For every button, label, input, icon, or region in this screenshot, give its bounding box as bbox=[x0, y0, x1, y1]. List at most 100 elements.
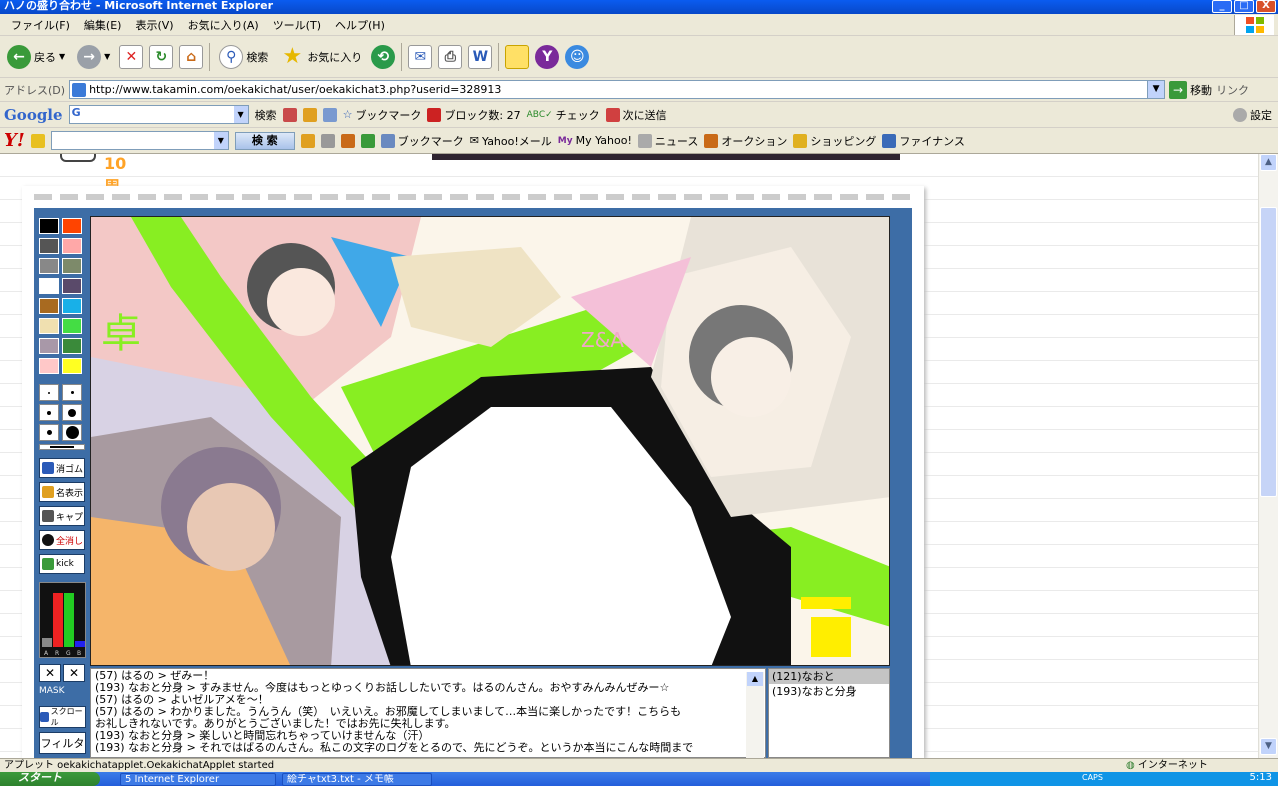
google-bookmarks[interactable]: ☆ ブックマーク bbox=[343, 107, 422, 123]
my-yahoo[interactable]: My My Yahoo! bbox=[558, 134, 632, 147]
forward-button[interactable]: → ▼ bbox=[74, 41, 113, 73]
yahoo-finance[interactable]: ファイナンス bbox=[882, 133, 965, 149]
color-swatch[interactable] bbox=[39, 258, 59, 274]
chat-log[interactable]: (57) はるの > ぜみー！ (193) なおと分身 > すみません。今度はも… bbox=[90, 668, 766, 758]
folder-icon[interactable] bbox=[300, 133, 315, 148]
brush-size-5[interactable] bbox=[39, 424, 59, 441]
chevron-down-icon[interactable]: ▼ bbox=[213, 132, 228, 149]
capture-button[interactable]: キャプ bbox=[39, 506, 85, 526]
mask-clear-icon[interactable]: ✕ bbox=[63, 664, 85, 682]
brush-size-slider[interactable] bbox=[39, 444, 85, 450]
eraser-button[interactable]: 消ゴム bbox=[39, 458, 85, 478]
yahoo-news[interactable]: ニュース bbox=[637, 133, 698, 149]
color-swatch[interactable] bbox=[39, 238, 59, 254]
protect-icon[interactable] bbox=[360, 133, 375, 148]
scroll-thumb[interactable] bbox=[1260, 207, 1277, 497]
mask-toggle-icon[interactable]: ✕ bbox=[39, 664, 61, 682]
page-scrollbar[interactable]: ▲ ▼ bbox=[1258, 154, 1278, 758]
mail-icon[interactable]: ✉ bbox=[408, 44, 433, 69]
start-button[interactable]: スタート bbox=[0, 772, 100, 786]
color-swatch[interactable] bbox=[62, 258, 82, 274]
chat-scrollbar[interactable]: ▲ bbox=[746, 672, 764, 758]
print-icon[interactable]: ⎙ bbox=[438, 44, 463, 69]
color-swatch[interactable] bbox=[39, 298, 59, 314]
note-icon[interactable] bbox=[505, 44, 530, 69]
menu-favorites[interactable]: お気に入り(A) bbox=[181, 17, 266, 33]
news-icon[interactable] bbox=[282, 107, 297, 122]
send-to[interactable]: 次に送信 bbox=[605, 107, 667, 123]
color-swatch[interactable] bbox=[39, 218, 59, 234]
kick-button[interactable]: kick bbox=[39, 554, 85, 574]
links-label[interactable]: リンク bbox=[1216, 82, 1249, 98]
yahoo-auction[interactable]: オークション bbox=[704, 133, 787, 149]
google-settings[interactable]: 設定 bbox=[1233, 107, 1272, 123]
taskbar-item-notepad[interactable]: 絵チャtxt3.txt - メモ帳 bbox=[282, 773, 432, 786]
yahoo-logo[interactable]: Y! bbox=[4, 130, 25, 151]
chevron-down-icon[interactable]: ▼ bbox=[233, 106, 248, 123]
yahoo-bookmarks[interactable]: ブックマーク bbox=[380, 133, 464, 149]
color-swatch[interactable] bbox=[39, 318, 59, 334]
brush-size-2[interactable] bbox=[62, 384, 82, 401]
color-swatch[interactable] bbox=[62, 278, 82, 294]
messenger-icon[interactable]: Y bbox=[535, 44, 560, 69]
brush-size-4[interactable] bbox=[62, 404, 82, 421]
google-search-button[interactable]: 検索 bbox=[255, 107, 277, 123]
filter-button[interactable]: フィルタ bbox=[39, 732, 86, 754]
maximize-button[interactable]: □ bbox=[1234, 0, 1254, 13]
search-button[interactable]: ⚲ 検索 bbox=[216, 41, 271, 73]
yahoo-search-button[interactable]: 検 索 bbox=[234, 131, 295, 150]
favorites-button[interactable]: ★ お気に入り bbox=[277, 41, 365, 73]
user-list-item[interactable]: (121)なおと bbox=[769, 669, 889, 684]
color-swatch[interactable] bbox=[62, 298, 82, 314]
history-icon[interactable]: ⟲ bbox=[371, 44, 396, 69]
menu-file[interactable]: ファイル(F) bbox=[4, 17, 77, 33]
scroll-up-icon[interactable]: ▲ bbox=[1260, 154, 1277, 171]
menu-view[interactable]: 表示(V) bbox=[128, 17, 180, 33]
menu-tools[interactable]: ツール(T) bbox=[266, 17, 328, 33]
refresh-icon[interactable]: ↻ bbox=[149, 44, 174, 69]
color-swatch[interactable] bbox=[39, 278, 59, 294]
home-icon[interactable]: ⌂ bbox=[179, 44, 204, 69]
color-swatch[interactable] bbox=[62, 218, 82, 234]
user-list-item[interactable]: (193)なおと分身 bbox=[769, 684, 889, 699]
autolink-icon[interactable] bbox=[322, 107, 337, 122]
close-button[interactable]: X bbox=[1256, 0, 1276, 13]
color-swatch[interactable] bbox=[62, 338, 82, 354]
yahoo-shopping[interactable]: ショッピング bbox=[793, 133, 876, 149]
pencil-icon[interactable] bbox=[30, 133, 45, 148]
pagerank-icon[interactable] bbox=[302, 107, 317, 122]
show-names-button[interactable]: 名表示 bbox=[39, 482, 85, 502]
color-swatch[interactable] bbox=[62, 238, 82, 254]
brush-size-6[interactable] bbox=[62, 424, 82, 441]
edit-icon[interactable]: W bbox=[468, 44, 493, 69]
menu-edit[interactable]: 編集(E) bbox=[77, 17, 129, 33]
scroll-down-icon[interactable]: ▼ bbox=[1260, 738, 1277, 755]
yahoo-search-input[interactable]: ▼ bbox=[50, 131, 229, 150]
color-swatch[interactable] bbox=[62, 318, 82, 334]
scroll-up-icon[interactable]: ▲ bbox=[747, 672, 763, 686]
back-button[interactable]: ← 戻る ▼ bbox=[4, 41, 68, 73]
argb-meter[interactable]: A R G B bbox=[39, 582, 86, 658]
go-button[interactable]: → 移動 bbox=[1169, 80, 1212, 99]
brush-size-1[interactable] bbox=[39, 384, 59, 401]
chevron-down-icon[interactable]: ▼ bbox=[1147, 81, 1165, 98]
yahoo-mail[interactable]: ✉ Yahoo!メール bbox=[470, 133, 552, 149]
taskbar-item-ie[interactable]: 5 Internet Explorer bbox=[120, 773, 276, 786]
minimize-button[interactable]: _ bbox=[1212, 0, 1232, 13]
clear-all-button[interactable]: 全消し bbox=[39, 530, 85, 550]
download-icon[interactable] bbox=[340, 133, 355, 148]
google-search-input[interactable]: G ▼ bbox=[68, 105, 249, 124]
stop-icon[interactable]: ✕ bbox=[119, 44, 144, 69]
color-swatch[interactable] bbox=[62, 358, 82, 374]
brush-size-3[interactable] bbox=[39, 404, 59, 421]
scroll-button[interactable]: スクロール bbox=[39, 706, 86, 728]
color-swatch[interactable] bbox=[39, 338, 59, 354]
popup-blocker[interactable]: ブロック数: 27 bbox=[427, 107, 521, 123]
spell-check[interactable]: ABC✓ チェック bbox=[527, 107, 600, 123]
menu-help[interactable]: ヘルプ(H) bbox=[328, 17, 392, 33]
color-swatch[interactable] bbox=[39, 358, 59, 374]
address-input[interactable]: http://www.takamin.com/oekakichat/user/o… bbox=[69, 80, 1166, 99]
highlight-icon[interactable] bbox=[320, 133, 335, 148]
people-icon[interactable]: ☺ bbox=[565, 44, 590, 69]
banner-image[interactable] bbox=[432, 154, 900, 160]
